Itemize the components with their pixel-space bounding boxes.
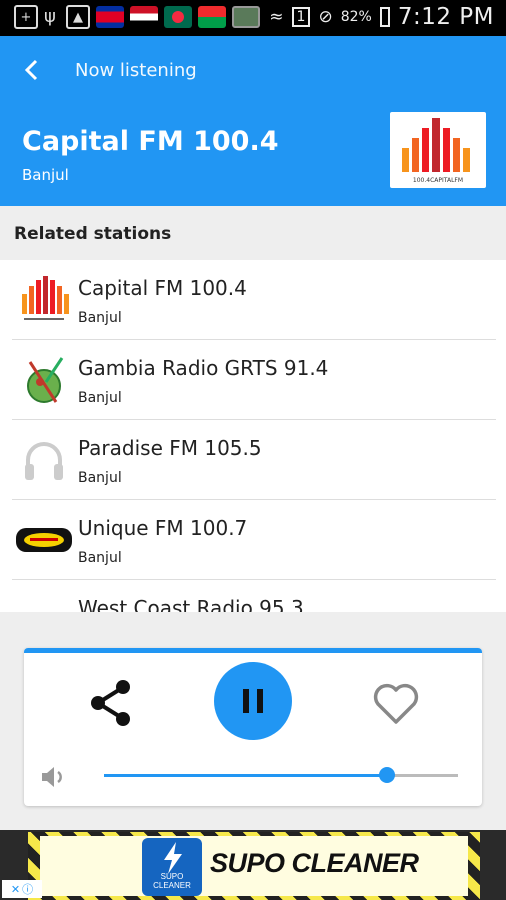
player-card: [24, 648, 482, 806]
volume-icon[interactable]: [38, 762, 68, 792]
station-city: Banjul: [78, 310, 122, 326]
volume-slider[interactable]: [104, 767, 458, 783]
station-logo: 100.4CAPITALFM: [390, 112, 486, 188]
ad-choices-badge[interactable]: ✕ ⓘ: [2, 880, 42, 898]
headphones-icon: [16, 432, 72, 488]
station-city: Banjul: [78, 390, 122, 406]
station-logo-text: 100.4CAPITALFM: [413, 177, 463, 184]
ad-banner[interactable]: SUPO CLEANER SUPO CLEANER ✕ ⓘ: [0, 830, 506, 900]
heart-outline-icon: [373, 683, 419, 724]
share-icon: [91, 680, 130, 726]
battery-icon: [379, 7, 390, 27]
list-item[interactable]: Paradise FM 105.5 Banjul: [12, 420, 496, 500]
battery-percent: 82%: [340, 9, 372, 25]
list-item[interactable]: Capital FM 100.4 Banjul: [12, 260, 496, 340]
volume-thumb[interactable]: [379, 767, 396, 783]
unique-fm-logo: [16, 512, 72, 568]
app-bar: Now listening Capital FM 100.4 Banjul 10…: [0, 36, 506, 206]
flag-icon: [198, 6, 226, 28]
ad-title: SUPO CLEANER: [210, 848, 419, 878]
usb-icon: ψ: [44, 6, 56, 27]
clock: 7:12 PM: [397, 4, 494, 30]
favorite-button[interactable]: [370, 678, 422, 728]
station-name: Capital FM 100.4: [78, 276, 247, 300]
status-bar: + ψ ▲ ≈ 1 ⊘ 82% 7:12 PM: [0, 0, 506, 36]
capital-fm-logo: [16, 272, 72, 328]
grts-logo: [16, 352, 72, 408]
list-item[interactable]: Unique FM 100.7 Banjul: [12, 500, 496, 580]
flag-icon: [96, 6, 124, 28]
ad-content[interactable]: SUPO CLEANER SUPO CLEANER: [40, 836, 468, 896]
notification-icons: + ψ ▲: [14, 5, 260, 29]
wifi-icon: ≈: [269, 7, 284, 27]
station-name: Paradise FM 105.5: [78, 436, 262, 460]
page-title: Now listening: [75, 60, 197, 81]
station-city: Banjul: [78, 470, 122, 486]
info-icon[interactable]: ⓘ: [22, 881, 33, 897]
add-icon: +: [14, 5, 38, 29]
chevron-left-icon: [24, 59, 38, 81]
station-city: Banjul: [78, 550, 122, 566]
share-button[interactable]: [84, 676, 138, 730]
pause-button[interactable]: [214, 662, 292, 740]
station-name: Gambia Radio GRTS 91.4: [78, 356, 329, 380]
current-station-city: Banjul: [22, 166, 69, 184]
list-item[interactable]: West Coast Radio 95.3: [12, 580, 496, 612]
section-title: Related stations: [14, 224, 172, 244]
station-name: West Coast Radio 95.3: [78, 596, 304, 612]
list-item[interactable]: Gambia Radio GRTS 91.4 Banjul: [12, 340, 496, 420]
image-icon: ▲: [66, 5, 90, 29]
related-stations-header: Related stations: [0, 206, 506, 260]
station-name: Unique FM 100.7: [78, 516, 248, 540]
flag-icon: [232, 6, 260, 28]
flag-icon: [164, 6, 192, 28]
flag-icon: [130, 6, 158, 28]
loading-progress-bar: [24, 648, 482, 653]
volume-fill: [104, 774, 388, 777]
current-station-name: Capital FM 100.4: [22, 126, 279, 157]
system-icons: ≈ 1 ⊘ 82% 7:12 PM: [269, 4, 494, 30]
back-button[interactable]: [16, 54, 48, 86]
ad-logo-text: SUPO CLEANER: [153, 872, 191, 890]
close-icon[interactable]: ✕: [11, 883, 20, 896]
supo-logo: SUPO CLEANER: [142, 838, 202, 896]
sim-icon: 1: [291, 7, 311, 27]
station-list[interactable]: Capital FM 100.4 Banjul Gambia Radio GRT…: [0, 260, 506, 612]
do-not-disturb-icon: ⊘: [318, 7, 333, 27]
